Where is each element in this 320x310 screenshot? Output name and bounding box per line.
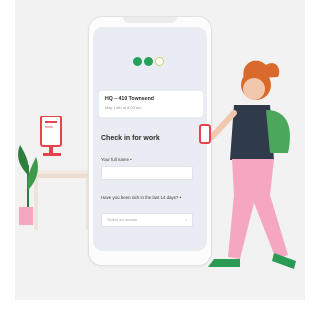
woman-walking-illustration: [199, 60, 296, 269]
location-title: HQ – 410 Townsend: [105, 96, 154, 102]
plant-icon: [18, 145, 38, 225]
location-card: HQ – 410 Townsend May 14th at 8:00 am: [99, 91, 203, 117]
progress-step-2: [144, 57, 153, 66]
progress-step-3: [155, 57, 164, 66]
chevron-down-icon: ⌄: [184, 217, 188, 222]
sick-question-label: Have you been sick in the last 14 days? …: [101, 195, 182, 200]
phone-notch: [123, 17, 177, 23]
progress-step-1: [133, 57, 142, 66]
full-name-label: Your full name •: [101, 157, 132, 162]
progress-indicator: [133, 57, 164, 66]
form-title: Check in for work: [101, 135, 160, 142]
full-name-input[interactable]: [101, 166, 193, 180]
location-subtitle: May 14th at 8:00 am: [105, 105, 142, 110]
sick-select-placeholder: Select an answer: [107, 217, 138, 222]
tablet-kiosk-icon: [40, 116, 62, 156]
sick-answer-select[interactable]: Select an answer ⌄: [101, 213, 193, 227]
